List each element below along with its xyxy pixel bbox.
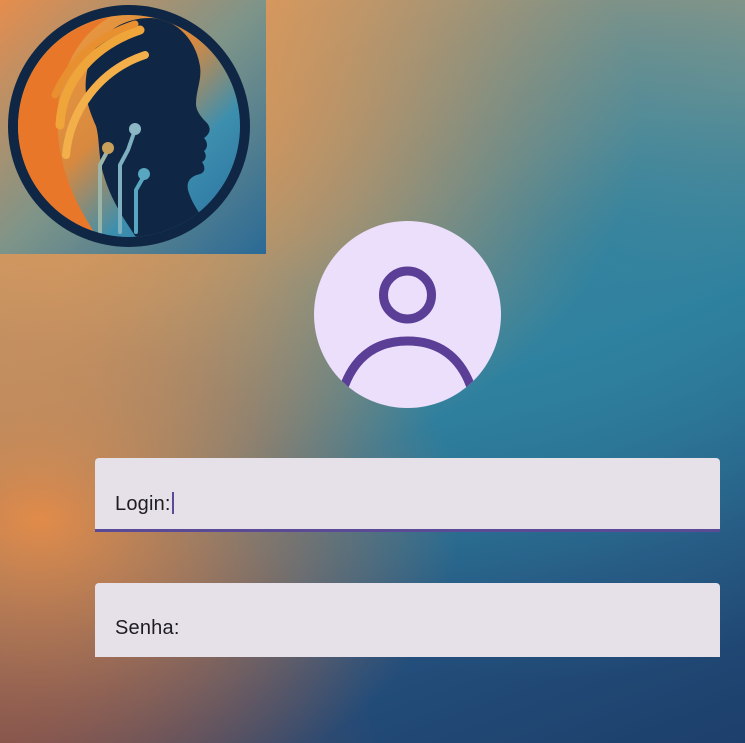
avatar[interactable] [314, 221, 501, 408]
app-logo [0, 0, 266, 254]
login-label: Login: [115, 492, 174, 516]
password-label: Senha: [115, 617, 180, 639]
password-field[interactable]: Senha: [95, 583, 720, 657]
person-icon [337, 266, 478, 398]
woman-profile-circuit-logo-icon [0, 0, 266, 254]
login-field[interactable]: Login: [95, 458, 720, 532]
text-cursor [171, 492, 174, 514]
